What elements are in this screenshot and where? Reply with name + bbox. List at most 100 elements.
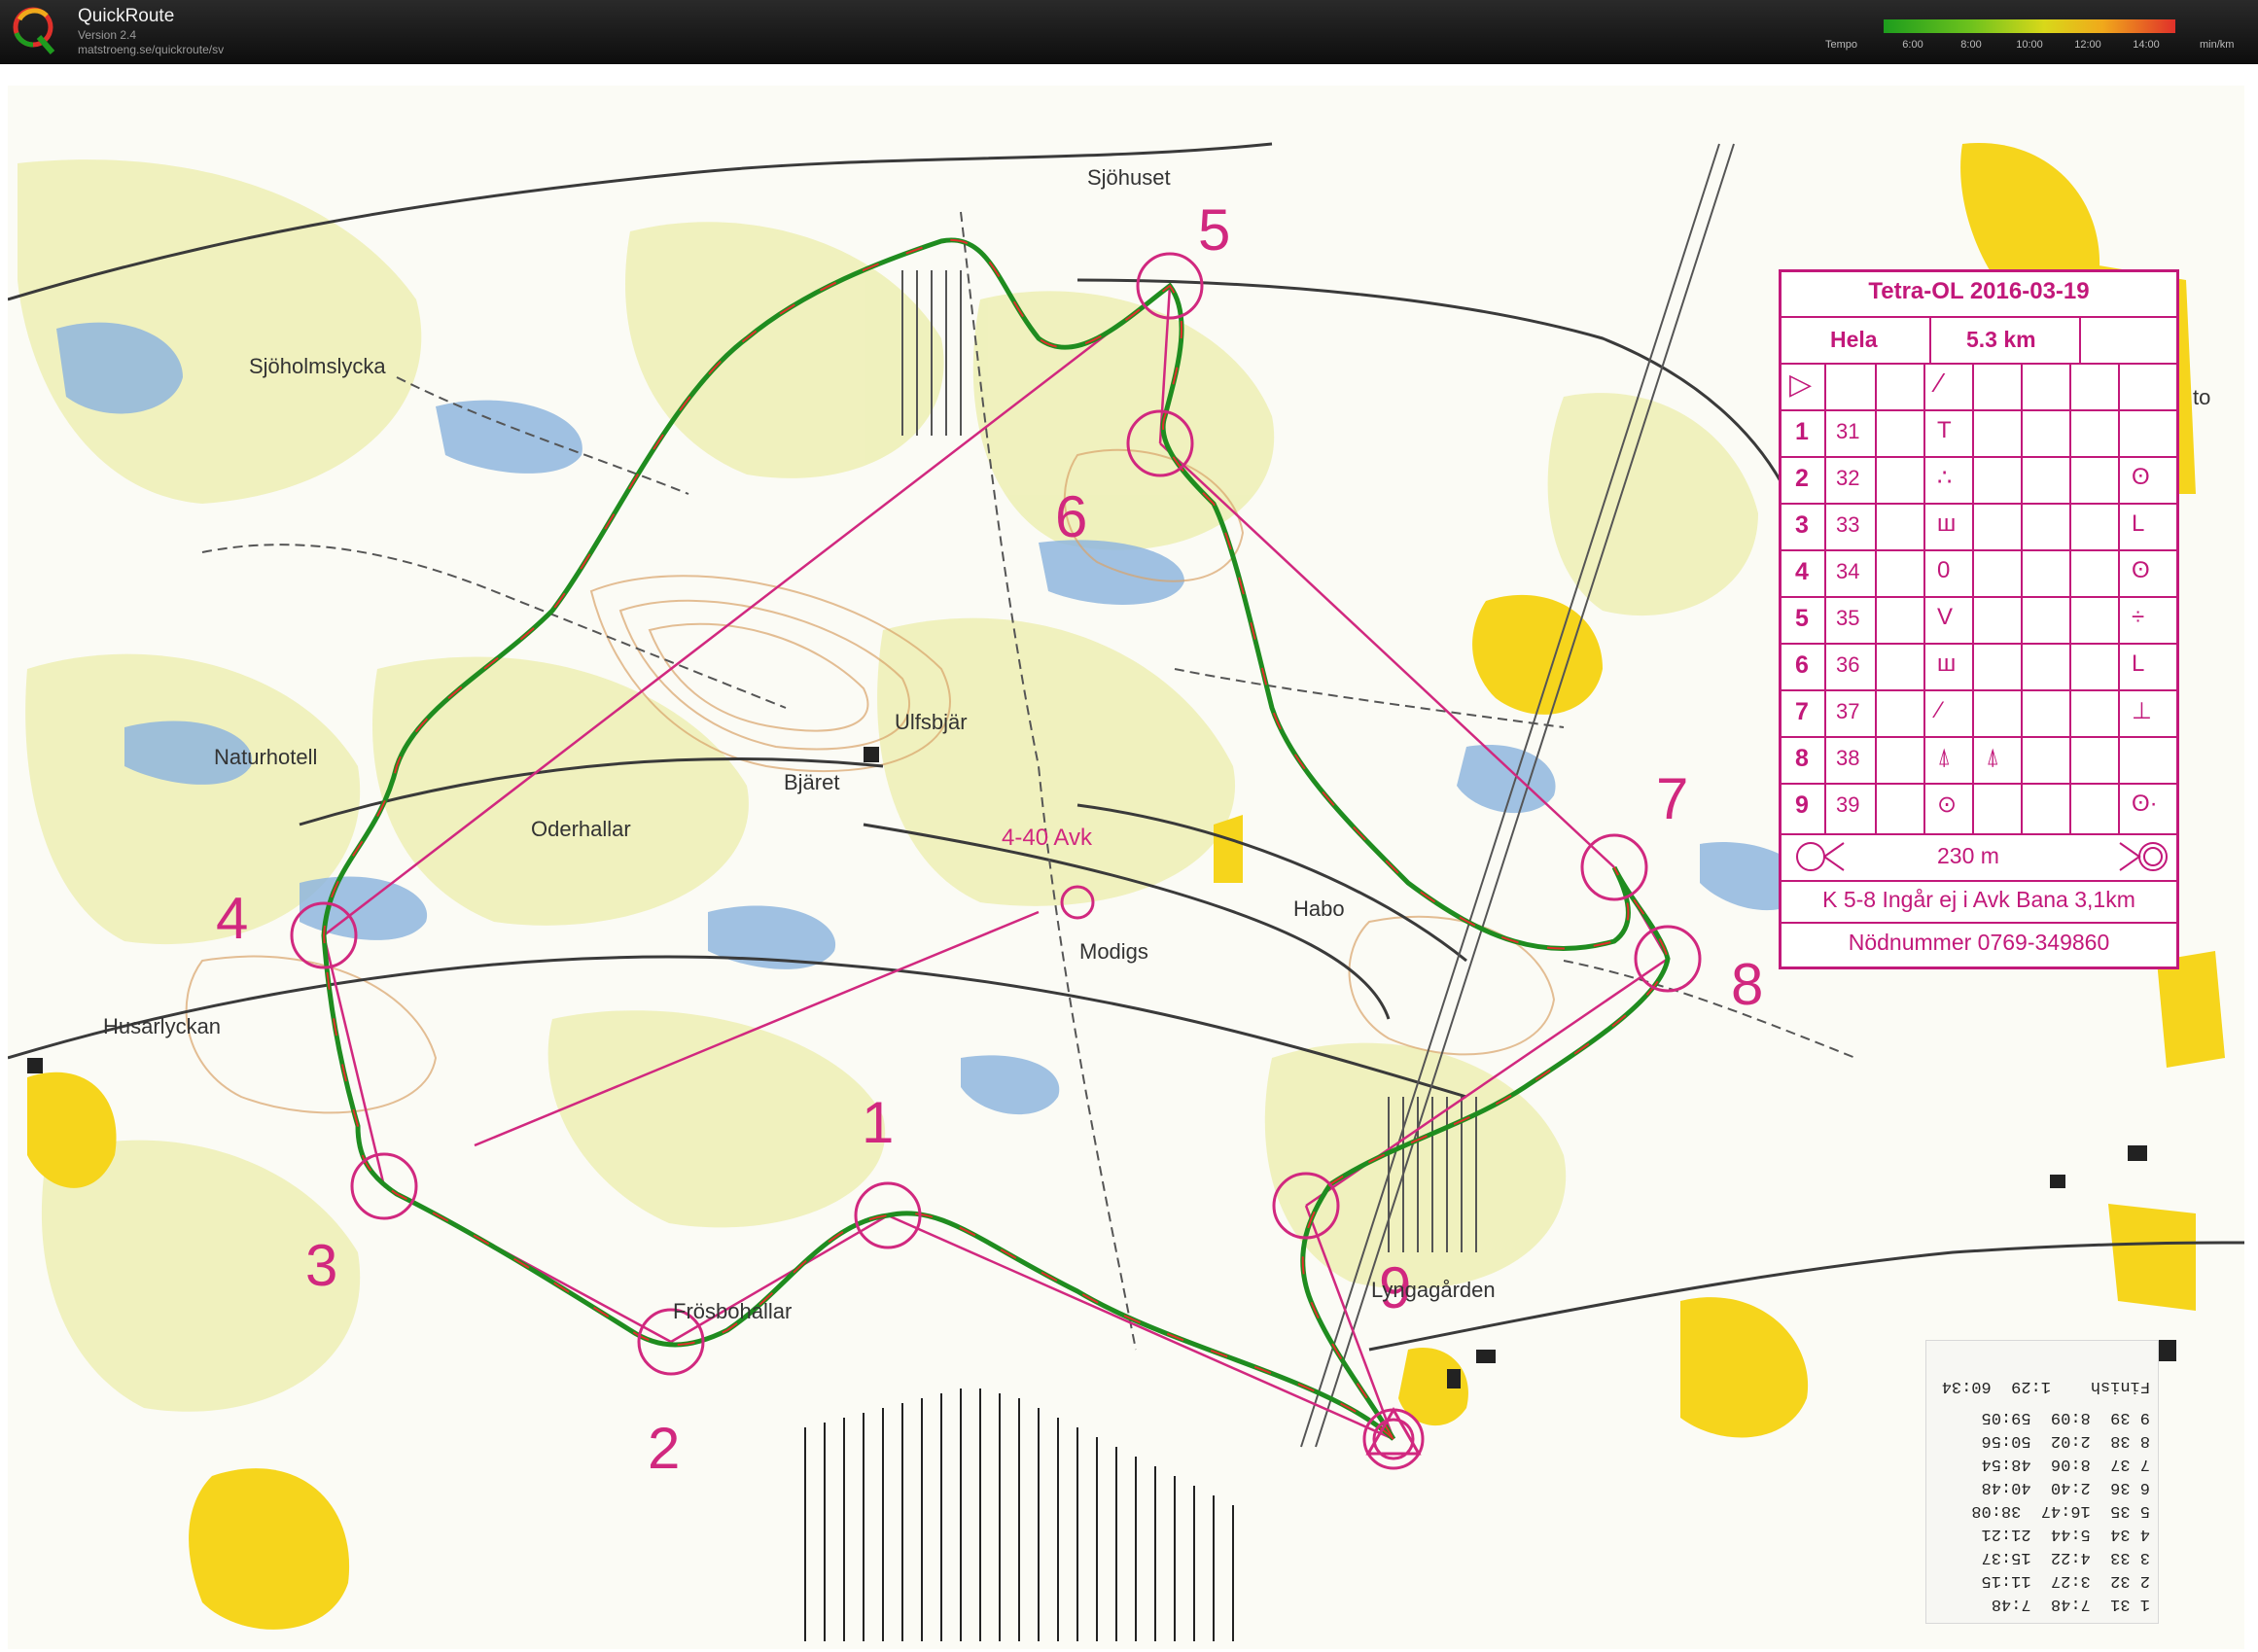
divider	[1875, 363, 1877, 833]
place-name: Frösbohallar	[673, 1299, 793, 1323]
control-row-symbol: ⍋	[1937, 744, 1952, 770]
control-number-8: 8	[1731, 952, 1764, 1017]
control-row-symbol: L	[2132, 650, 2145, 677]
control-row-code: 36	[1836, 652, 1860, 677]
divider	[1929, 316, 1931, 363]
control-row-number: 3	[1795, 511, 1809, 539]
control-row-code: 38	[1836, 746, 1860, 770]
divider	[2021, 363, 2023, 833]
tempo-unit: min/km	[2200, 39, 2235, 51]
course-note: K 5-8 Ingår ej i Avk Bana 3,1km	[1822, 887, 2135, 912]
divider	[1782, 736, 2176, 738]
control-row-number: 4	[1795, 558, 1809, 585]
control-row-code: 33	[1836, 512, 1860, 537]
course-length: 5.3 km	[1966, 327, 2036, 352]
divider	[1824, 363, 1826, 833]
divider	[1782, 503, 2176, 505]
place-name: Husarlyckan	[103, 1014, 222, 1038]
divider	[1782, 549, 2176, 551]
split-row: 8 38 2:02 50:56	[1981, 1431, 2150, 1450]
place-name: Sjöholmslycka	[249, 354, 386, 378]
control-row-symbol: ⊥	[2132, 698, 2152, 724]
divider	[1782, 456, 2176, 458]
split-row: 4 34 5:44 21:21	[1981, 1525, 2150, 1543]
control-row-code: 39	[1836, 792, 1860, 817]
tempo-label: Tempo	[1825, 39, 1858, 51]
place-name: Modigs	[1079, 939, 1148, 964]
app-title: QuickRoute	[78, 6, 175, 26]
control-row-symbol: V	[1937, 604, 1954, 630]
control-row-number: 8	[1795, 745, 1809, 772]
split-row: 6 36 2:40 40:48	[1981, 1478, 2150, 1496]
divider	[1782, 880, 2176, 882]
divider	[1972, 363, 1974, 833]
finish-from-control-icon	[1796, 842, 1845, 871]
control-row-number: 1	[1795, 418, 1809, 445]
app-titlebar: QuickRoute Version 2.4 matstroeng.se/qui…	[0, 0, 2258, 64]
split-row: 9 39 8:09 59:05	[1981, 1408, 2150, 1426]
app-url-link[interactable]: matstroeng.se/quickroute/sv	[78, 43, 224, 57]
control-row-number: 9	[1795, 791, 1809, 819]
control-row-symbol: ⍋	[1986, 744, 2000, 770]
control-number-3: 3	[305, 1233, 338, 1298]
control-row-code: 35	[1836, 606, 1860, 630]
divider	[2079, 316, 2081, 363]
control-row-symbol: 0	[1937, 557, 1951, 583]
control-row-symbol: ʘ	[2132, 464, 2150, 490]
control-row-symbol: ш	[1937, 650, 1957, 677]
control-row-symbol: ʘ·	[2132, 791, 2158, 817]
control-row-code: 37	[1836, 699, 1860, 723]
finish-distance: 230 m	[1937, 843, 1999, 868]
control-row-symbol: ÷	[2132, 604, 2145, 630]
split-row: 3 33 4:22 15:37	[1981, 1548, 2150, 1566]
split-row: 7 37 8:06 48:54	[1981, 1455, 2150, 1473]
split-row: 5 35 16:47 38:08	[1971, 1501, 2150, 1520]
control-row-number: 2	[1795, 465, 1809, 492]
control-row-symbol: L	[2132, 510, 2145, 537]
control-row-code: 32	[1836, 466, 1860, 490]
control-row-symbol: ш	[1937, 510, 1957, 537]
divider	[1782, 596, 2176, 598]
course-card-title: Tetra-OL 2016-03-19	[1868, 278, 2090, 304]
course-class: Hela	[1830, 327, 1878, 352]
control-number-2: 2	[648, 1416, 681, 1481]
divider	[2069, 363, 2071, 833]
control-number-1: 1	[862, 1090, 895, 1155]
control-row-symbol: ⁄	[1937, 697, 1942, 723]
place-name: to	[2193, 385, 2211, 409]
tempo-tick: 12:00	[2074, 39, 2101, 51]
divider	[1923, 363, 1925, 833]
tempo-tick: 10:00	[2016, 39, 2043, 51]
finish-circle-icon	[2119, 842, 2168, 871]
place-name: Lyngagården	[1371, 1278, 1496, 1302]
divider	[1782, 922, 2176, 924]
tempo-legend: Tempo 6:00 8:00 10:00 12:00 14:00 min/km	[1818, 12, 2246, 56]
avk-label: 4-40 Avk	[1002, 825, 1092, 851]
split-row: Finish 1:29 60:34	[1941, 1377, 2150, 1395]
emergency-number: Nödnummer 0769-349860	[1848, 930, 2110, 955]
control-row-code: 34	[1836, 559, 1860, 583]
control-row-symbol: ʘ	[2132, 557, 2150, 583]
divider	[1782, 316, 2176, 318]
split-row: 1 31 7:48 7:48	[1991, 1595, 2150, 1613]
control-number-5: 5	[1198, 197, 1231, 263]
split-row: 2 32 3:27 11:15	[1981, 1571, 2150, 1590]
place-name: Bjäret	[784, 770, 840, 794]
control-number-7: 7	[1656, 766, 1689, 831]
control-description-card: Tetra-OL 2016-03-19 Hela 5.3 km ▷ ⁄ 1 31…	[1779, 269, 2179, 969]
place-name: Oderhallar	[531, 817, 631, 841]
divider	[2118, 363, 2120, 833]
quickroute-logo-icon	[13, 7, 55, 54]
place-name: Sjöhuset	[1087, 165, 1171, 190]
place-name: Habo	[1293, 896, 1345, 921]
version-text: Version 2.4	[78, 28, 137, 42]
control-number-4: 4	[216, 886, 249, 951]
control-row-number: 5	[1795, 605, 1809, 632]
divider	[1782, 689, 2176, 691]
control-row-number: 7	[1795, 698, 1809, 725]
tempo-color-scale	[1884, 19, 2175, 33]
control-row-number: 6	[1795, 651, 1809, 679]
control-row-symbol: ⊙	[1937, 791, 1958, 818]
tempo-tick: 6:00	[1902, 39, 1923, 51]
control-row-symbol: ∴	[1937, 465, 1953, 491]
